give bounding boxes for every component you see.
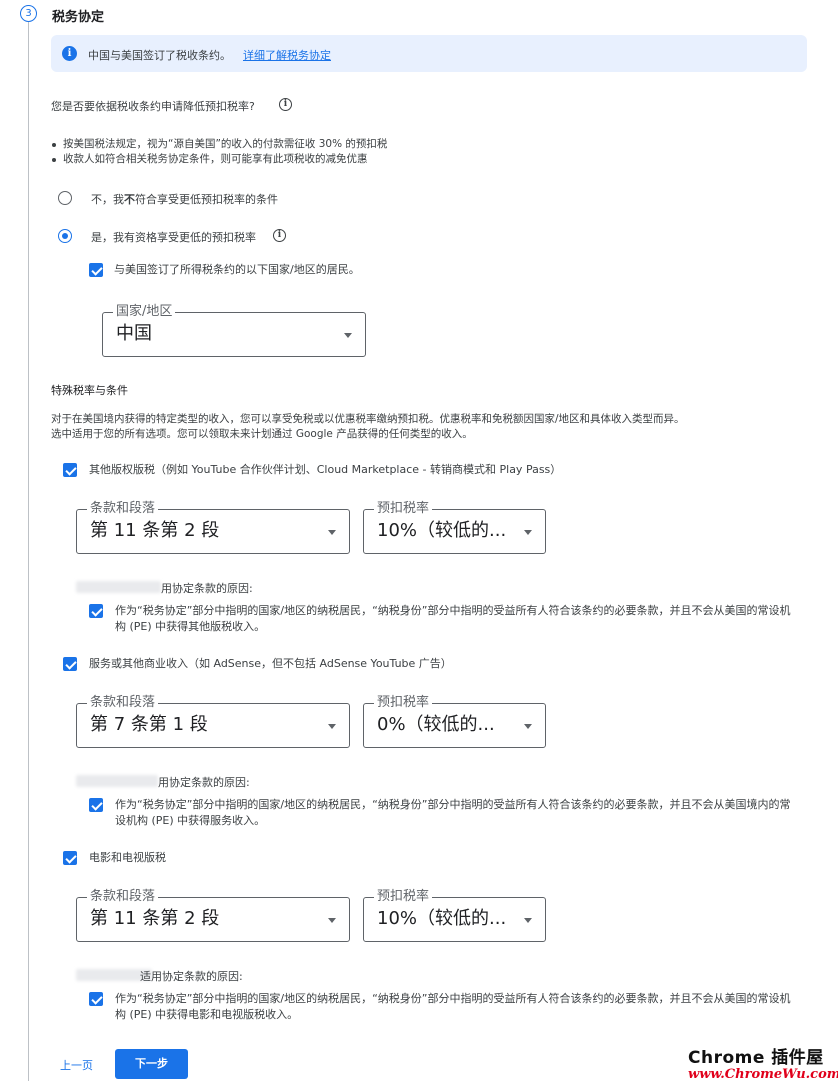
radio-not-eligible[interactable] [58, 191, 72, 205]
reason-text[interactable]: 作为“税务协定”部分中指明的国家/地区的纳税居民，“纳税身份”部分中指明的受益所… [115, 603, 791, 635]
reduce-rate-question: 您是否要依据税收条约申请降低预扣税率? [51, 100, 255, 113]
bullet-item: 按美国税法规定，视为“源自美国”的收入的付款需征收 30% 的预扣税 [51, 137, 387, 152]
article-select-value: 第 7 条第 1 段 [90, 714, 208, 735]
section-heading: 税务协定 [52, 10, 105, 25]
dropdown-arrow-icon [524, 918, 532, 923]
reason-checkbox[interactable] [89, 604, 103, 618]
article-select-value: 第 11 条第 2 段 [90, 520, 220, 541]
income-type-label[interactable]: 服务或其他商业收入（如 AdSense，但不包括 AdSense YouTube… [89, 656, 452, 672]
stepper-line [28, 22, 29, 1081]
reason-text[interactable]: 作为“税务协定”部分中指明的国家/地区的纳税居民，“纳税身份”部分中指明的受益所… [115, 991, 791, 1023]
article-select[interactable]: 条款和段落 第 11 条第 2 段 [76, 889, 350, 942]
income-type-checkbox-services[interactable] [63, 657, 77, 671]
rate-select-value: 0%（较低的... [377, 714, 495, 735]
reason-label: 用协定条款的原因: [158, 776, 250, 789]
watermark-url: www.ChromeWu.com [688, 1067, 838, 1081]
resident-checkbox[interactable] [89, 263, 103, 277]
income-type-label[interactable]: 其他版权版税（例如 YouTube 合作伙伴计划、Cloud Marketpla… [89, 462, 561, 478]
radio-eligible[interactable] [58, 229, 72, 243]
reason-checkbox[interactable] [89, 992, 103, 1006]
country-select-legend: 国家/地区 [113, 304, 176, 320]
dropdown-arrow-icon [328, 724, 336, 729]
reason-label: 用协定条款的原因: [161, 582, 253, 595]
help-circle-icon[interactable]: i [273, 229, 286, 242]
rate-select-value: 10%（较低的... [377, 520, 507, 541]
blurred-text [76, 581, 161, 593]
reason-text[interactable]: 作为“税务协定”部分中指明的国家/地区的纳税居民，“纳税身份”部分中指明的受益所… [115, 797, 791, 829]
previous-button[interactable]: 上一页 [60, 1057, 93, 1073]
dropdown-arrow-icon [524, 724, 532, 729]
rate-select[interactable]: 预扣税率 0%（较低的... [363, 695, 546, 748]
income-type-label[interactable]: 电影和电视版税 [89, 850, 166, 866]
rate-select-value: 10%（较低的... [377, 908, 507, 929]
rate-select-legend: 预扣税率 [374, 501, 433, 517]
bullet-item: 收款人如符合相关税务协定条件，则可能享有此项税收的减免优惠 [51, 152, 387, 167]
info-icon: i [62, 46, 77, 61]
article-select[interactable]: 条款和段落 第 7 条第 1 段 [76, 695, 350, 748]
radio-not-eligible-label[interactable]: 不，我不符合享受更低预扣税率的条件 [91, 191, 278, 207]
help-circle-icon[interactable]: i [279, 98, 292, 111]
country-select[interactable]: 国家/地区 中国 [102, 304, 366, 357]
dropdown-arrow-icon [344, 333, 352, 338]
rate-select-legend: 预扣税率 [374, 889, 433, 905]
next-button[interactable]: 下一步 [115, 1049, 188, 1079]
rate-select-legend: 预扣税率 [374, 695, 433, 711]
radio-eligible-label[interactable]: 是，我有资格享受更低的预扣税率 [91, 229, 256, 245]
country-select-value: 中国 [116, 323, 152, 344]
dropdown-arrow-icon [328, 530, 336, 535]
watermark-title: Chrome 插件屋 [688, 1048, 824, 1068]
special-rates-description: 对于在美国境内获得的特定类型的收入，您可以享受免税或以优惠税率缴纳预扣税。优惠税… [51, 413, 685, 440]
watermark: Chrome 插件屋 www.ChromeWu.com [688, 1043, 838, 1081]
rate-select[interactable]: 预扣税率 10%（较低的... [363, 501, 546, 554]
income-type-checkbox-royalties[interactable] [63, 463, 77, 477]
step-number-badge: 3 [20, 5, 37, 22]
info-banner: i 中国与美国签订了税收条约。 详细了解税务协定 [51, 35, 807, 72]
income-type-checkbox-film-tv[interactable] [63, 851, 77, 865]
reason-label: 适用协定条款的原因: [140, 970, 243, 983]
resident-checkbox-label[interactable]: 与美国签订了所得税条约的以下国家/地区的居民。 [114, 262, 360, 278]
article-select-legend: 条款和段落 [87, 889, 159, 905]
reason-checkbox[interactable] [89, 798, 103, 812]
article-select[interactable]: 条款和段落 第 11 条第 2 段 [76, 501, 350, 554]
rate-select[interactable]: 预扣税率 10%（较低的... [363, 889, 546, 942]
special-rates-title: 特殊税率与条件 [51, 384, 128, 397]
tax-info-bullets: 按美国税法规定，视为“源自美国”的收入的付款需征收 30% 的预扣税 收款人如符… [51, 137, 387, 167]
info-banner-text: 中国与美国签订了税收条约。 [88, 49, 231, 62]
dropdown-arrow-icon [328, 918, 336, 923]
article-select-legend: 条款和段落 [87, 501, 159, 517]
dropdown-arrow-icon [524, 530, 532, 535]
blurred-text [76, 775, 158, 787]
learn-more-link[interactable]: 详细了解税务协定 [243, 47, 331, 63]
article-select-legend: 条款和段落 [87, 695, 159, 711]
article-select-value: 第 11 条第 2 段 [90, 908, 220, 929]
